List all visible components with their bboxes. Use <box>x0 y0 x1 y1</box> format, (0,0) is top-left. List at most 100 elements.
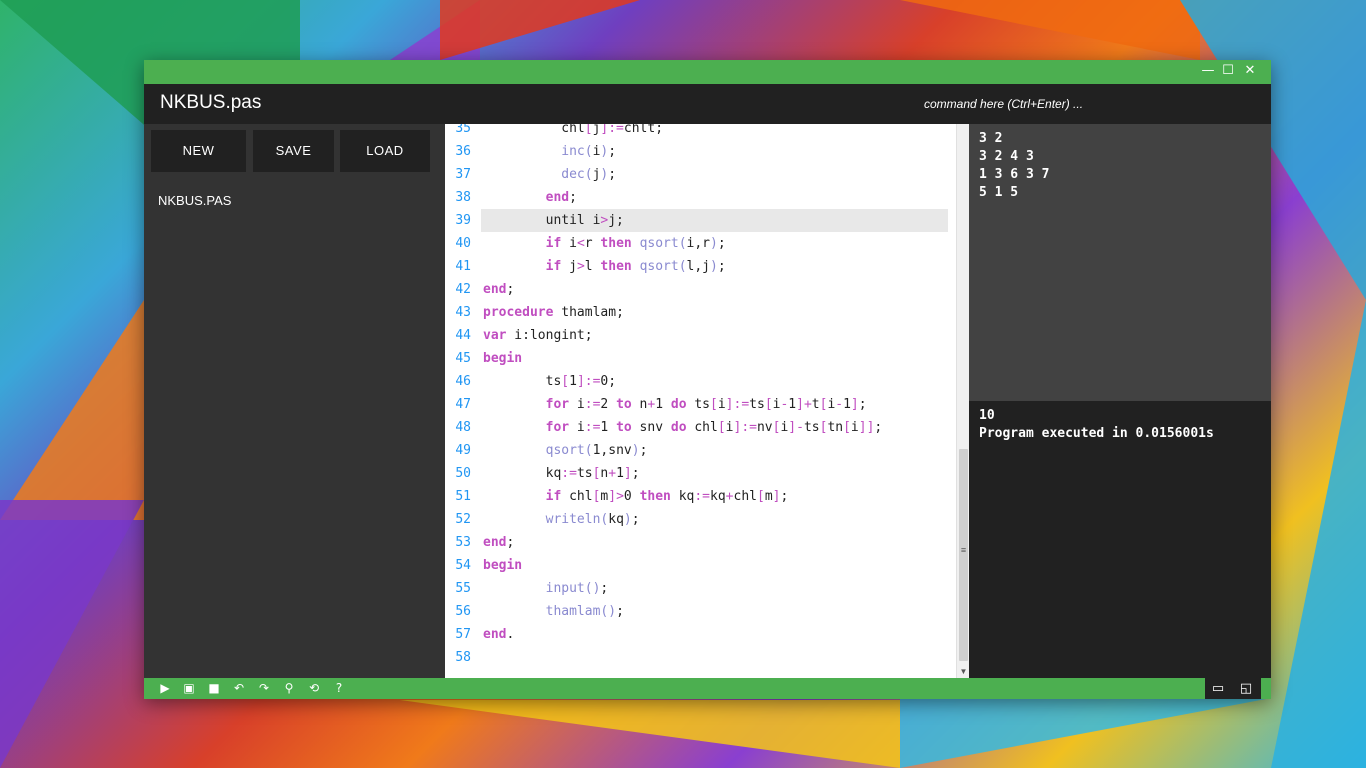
line-number: 43 <box>455 305 471 320</box>
layout-switcher: ▭ ◱ <box>1205 678 1261 699</box>
code-text[interactable]: dec(j); <box>483 163 616 186</box>
code-lines: 35 chl[j]:=chlt; 36 inc(i); 37 dec(j); 38 e… <box>445 124 957 669</box>
search-icon[interactable]: ⚲ <box>280 680 298 697</box>
input-pane[interactable]: 3 2 3 2 4 3 1 3 6 3 7 5 1 5 <box>969 124 1271 401</box>
code-line[interactable]: 51 if chl[m]>0 then kq:=kq+chl[m]; <box>445 485 957 508</box>
archive-icon[interactable]: ▣ <box>180 680 198 697</box>
line-number: 50 <box>455 466 471 481</box>
code-line[interactable]: 47 for i:=2 to n+1 do ts[i]:=ts[i-1]+t[i… <box>445 393 957 416</box>
line-number: 58 <box>455 650 471 665</box>
code-editor[interactable]: 35 chl[j]:=chlt; 36 inc(i); 37 dec(j); 38 e… <box>445 124 969 678</box>
scrollbar-thumb[interactable]: ≡ <box>959 449 968 661</box>
code-line[interactable]: 53 end; <box>445 531 957 554</box>
code-line[interactable]: 46 ts[1]:=0; <box>445 370 957 393</box>
output-text: 10 Program executed in 0.0156001s <box>979 408 1214 441</box>
line-number: 40 <box>455 236 471 251</box>
code-line[interactable]: 36 inc(i); <box>445 140 957 163</box>
close-icon[interactable]: ✕ <box>1242 63 1258 79</box>
line-number: 56 <box>455 604 471 619</box>
code-text[interactable]: procedure thamlam; <box>483 301 624 324</box>
bottom-toolbar: ▶ ▣ ■ ↶ ↷ ⚲ ⟲ ? ▭ ◱ <box>144 678 1271 699</box>
load-button[interactable]: LOAD <box>340 130 430 172</box>
line-number: 54 <box>455 558 471 573</box>
code-text[interactable]: end; <box>483 186 577 209</box>
output-pane: 10 Program executed in 0.0156001s <box>969 401 1271 678</box>
code-text[interactable]: kq:=ts[n+1]; <box>483 462 640 485</box>
line-number: 38 <box>455 190 471 205</box>
code-line[interactable]: 50 kq:=ts[n+1]; <box>445 462 957 485</box>
code-line[interactable]: 57 end. <box>445 623 957 646</box>
editor-scrollbar[interactable]: ≡ ▼ <box>956 124 969 678</box>
file-sidebar: NEW SAVE LOAD NKBUS.PAS <box>144 124 445 678</box>
line-number: 49 <box>455 443 471 458</box>
code-text[interactable]: for i:=1 to snv do chl[i]:=nv[i]-ts[tn[i… <box>483 416 883 439</box>
line-number: 51 <box>455 489 471 504</box>
code-text[interactable]: writeln(kq); <box>483 508 640 531</box>
code-text[interactable]: begin <box>483 347 522 370</box>
new-button[interactable]: NEW <box>151 130 246 172</box>
code-text[interactable]: chl[j]:=chlt; <box>483 124 663 140</box>
code-line[interactable]: 38 end; <box>445 186 957 209</box>
code-line[interactable]: 56 thamlam(); <box>445 600 957 623</box>
code-text[interactable]: end; <box>483 278 514 301</box>
code-line[interactable]: 52 writeln(kq); <box>445 508 957 531</box>
line-number: 41 <box>455 259 471 274</box>
line-number: 39 <box>455 213 471 228</box>
code-text[interactable]: thamlam(); <box>483 600 624 623</box>
title-bar: — ☐ ✕ <box>144 60 1271 84</box>
code-line[interactable]: 44 var i:longint; <box>445 324 957 347</box>
code-text[interactable]: qsort(1,snv); <box>483 439 648 462</box>
redo-icon[interactable]: ↷ <box>255 680 273 697</box>
header-bar: NKBUS.pas <box>144 84 1271 124</box>
help-icon[interactable]: ? <box>330 680 348 697</box>
code-text[interactable]: until i>j; <box>481 209 948 232</box>
code-text[interactable]: if chl[m]>0 then kq:=kq+chl[m]; <box>483 485 789 508</box>
scroll-down-icon[interactable]: ▼ <box>959 667 968 676</box>
grip-icon: ≡ <box>960 545 967 555</box>
code-text[interactable]: if j>l then qsort(l,j); <box>483 255 726 278</box>
line-number: 35 <box>455 124 471 136</box>
code-text[interactable]: end. <box>483 623 514 646</box>
code-text[interactable]: var i:longint; <box>483 324 593 347</box>
line-number: 45 <box>455 351 471 366</box>
code-text[interactable]: for i:=2 to n+1 do ts[i]:=ts[i-1]+t[i-1]… <box>483 393 867 416</box>
single-pane-icon[interactable]: ▭ <box>1209 680 1227 697</box>
code-line[interactable]: 54 begin <box>445 554 957 577</box>
code-line[interactable]: 42 end; <box>445 278 957 301</box>
code-line[interactable]: 58 <box>445 646 957 669</box>
code-line[interactable]: 40 if i<r then qsort(i,r); <box>445 232 957 255</box>
code-text[interactable]: begin <box>483 554 522 577</box>
code-line[interactable]: 55 input(); <box>445 577 957 600</box>
code-line[interactable]: 41 if j>l then qsort(l,j); <box>445 255 957 278</box>
line-number: 57 <box>455 627 471 642</box>
code-line[interactable]: 37 dec(j); <box>445 163 957 186</box>
code-line[interactable]: 49 qsort(1,snv); <box>445 439 957 462</box>
code-line[interactable]: 35 chl[j]:=chlt; <box>445 124 957 140</box>
code-line[interactable]: 43 procedure thamlam; <box>445 301 957 324</box>
split-pane-icon[interactable]: ◱ <box>1237 680 1255 697</box>
code-text[interactable]: inc(i); <box>483 140 616 163</box>
replace-icon[interactable]: ⟲ <box>305 680 323 697</box>
code-line[interactable]: 48 for i:=1 to snv do chl[i]:=nv[i]-ts[t… <box>445 416 957 439</box>
line-number: 47 <box>455 397 471 412</box>
code-text[interactable]: end; <box>483 531 514 554</box>
minimize-icon[interactable]: — <box>1200 63 1216 79</box>
input-text[interactable]: 3 2 3 2 4 3 1 3 6 3 7 5 1 5 <box>979 130 1261 202</box>
code-text[interactable]: input(); <box>483 577 609 600</box>
file-list-item[interactable]: NKBUS.PAS <box>158 193 231 208</box>
undo-icon[interactable]: ↶ <box>230 680 248 697</box>
line-number: 52 <box>455 512 471 527</box>
save-icon[interactable]: ■ <box>205 680 223 697</box>
line-number: 37 <box>455 167 471 182</box>
code-line[interactable]: 45 begin <box>445 347 957 370</box>
code-text[interactable]: if i<r then qsort(i,r); <box>483 232 726 255</box>
line-number: 42 <box>455 282 471 297</box>
code-text[interactable]: ts[1]:=0; <box>483 370 616 393</box>
run-icon[interactable]: ▶ <box>156 680 174 697</box>
maximize-icon[interactable]: ☐ <box>1220 63 1236 79</box>
command-input[interactable] <box>924 93 1254 115</box>
file-title: NKBUS.pas <box>160 92 262 113</box>
code-line[interactable]: 39 until i>j; <box>445 209 957 232</box>
save-button[interactable]: SAVE <box>253 130 334 172</box>
line-number: 48 <box>455 420 471 435</box>
